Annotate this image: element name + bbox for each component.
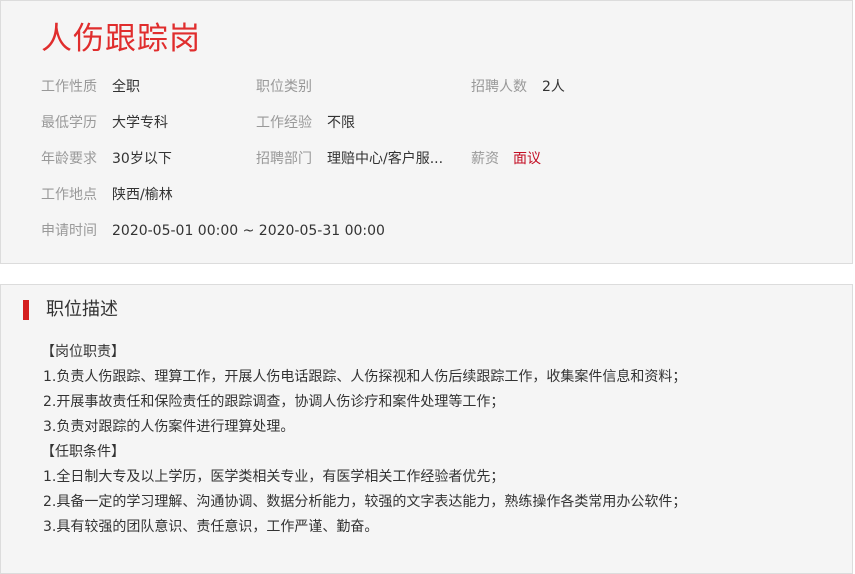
headcount-value: 2人 <box>542 79 565 95</box>
job-info-grid: 工作性质 全职 职位类别 招聘人数 2人 最低学历 大学专科 工作经验 不限 年… <box>41 75 831 255</box>
description-body: 【岗位职责】 1.负责人伤跟踪、理算工作，开展人伤电话跟踪、人伤探视和人伤后续跟… <box>41 340 833 540</box>
description-line: 2.开展事故责任和保险责任的跟踪调查，协调人伤诊疗和案件处理等工作； <box>43 394 505 410</box>
salary-value: 面议 <box>513 151 541 167</box>
location-label: 工作地点 <box>41 187 97 203</box>
age-label: 年龄要求 <box>41 151 97 167</box>
job-title: 人伤跟踪岗 <box>41 21 201 57</box>
department-value: 理赔中心/客户服... <box>327 151 444 167</box>
description-line: 3.负责对跟踪的人伤案件进行理算处理。 <box>43 419 295 435</box>
experience-value: 不限 <box>327 115 355 131</box>
education-label: 最低学历 <box>41 115 97 131</box>
location-value: 陕西/榆林 <box>112 187 173 203</box>
description-line: 3.具有较强的团队意识、责任意识，工作严谨、勤奋。 <box>43 519 379 535</box>
category-label: 职位类别 <box>256 79 312 95</box>
job-summary-card: 人伤跟踪岗 工作性质 全职 职位类别 招聘人数 2人 最低学历 大学专科 工作经… <box>0 0 853 264</box>
nature-label: 工作性质 <box>41 79 97 95</box>
headcount-label: 招聘人数 <box>471 79 527 95</box>
experience-label: 工作经验 <box>256 115 312 131</box>
education-value: 大学专科 <box>112 115 168 131</box>
description-line: 1.负责人伤跟踪、理算工作，开展人伤电话跟踪、人伤探视和人伤后续跟踪工作，收集案… <box>43 369 687 385</box>
info-row: 工作地点 陕西/榆林 <box>41 183 831 219</box>
salary-label: 薪资 <box>471 151 499 167</box>
description-line: 1.全日制大专及以上学历，医学类相关专业，有医学相关工作经验者优先； <box>43 469 505 485</box>
info-row: 申请时间 2020-05-01 00:00 ~ 2020-05-31 00:00 <box>41 219 831 255</box>
nature-value: 全职 <box>112 79 140 95</box>
requirements-heading: 【任职条件】 <box>41 444 125 460</box>
job-description-card: 职位描述 【岗位职责】 1.负责人伤跟踪、理算工作，开展人伤电话跟踪、人伤探视和… <box>0 284 853 574</box>
info-row: 最低学历 大学专科 工作经验 不限 <box>41 111 831 147</box>
age-value: 30岁以下 <box>112 151 172 167</box>
info-row: 工作性质 全职 职位类别 招聘人数 2人 <box>41 75 831 111</box>
apply-time-label: 申请时间 <box>41 223 97 239</box>
section-title: 职位描述 <box>46 299 118 320</box>
apply-time-value: 2020-05-01 00:00 ~ 2020-05-31 00:00 <box>112 223 385 239</box>
department-label: 招聘部门 <box>256 151 312 167</box>
description-line: 2.具备一定的学习理解、沟通协调、数据分析能力，较强的文字表达能力，熟练操作各类… <box>43 494 687 510</box>
duties-heading: 【岗位职责】 <box>41 344 125 360</box>
section-accent-bar <box>23 300 29 320</box>
info-row: 年龄要求 30岁以下 招聘部门 理赔中心/客户服... 薪资 面议 <box>41 147 831 183</box>
